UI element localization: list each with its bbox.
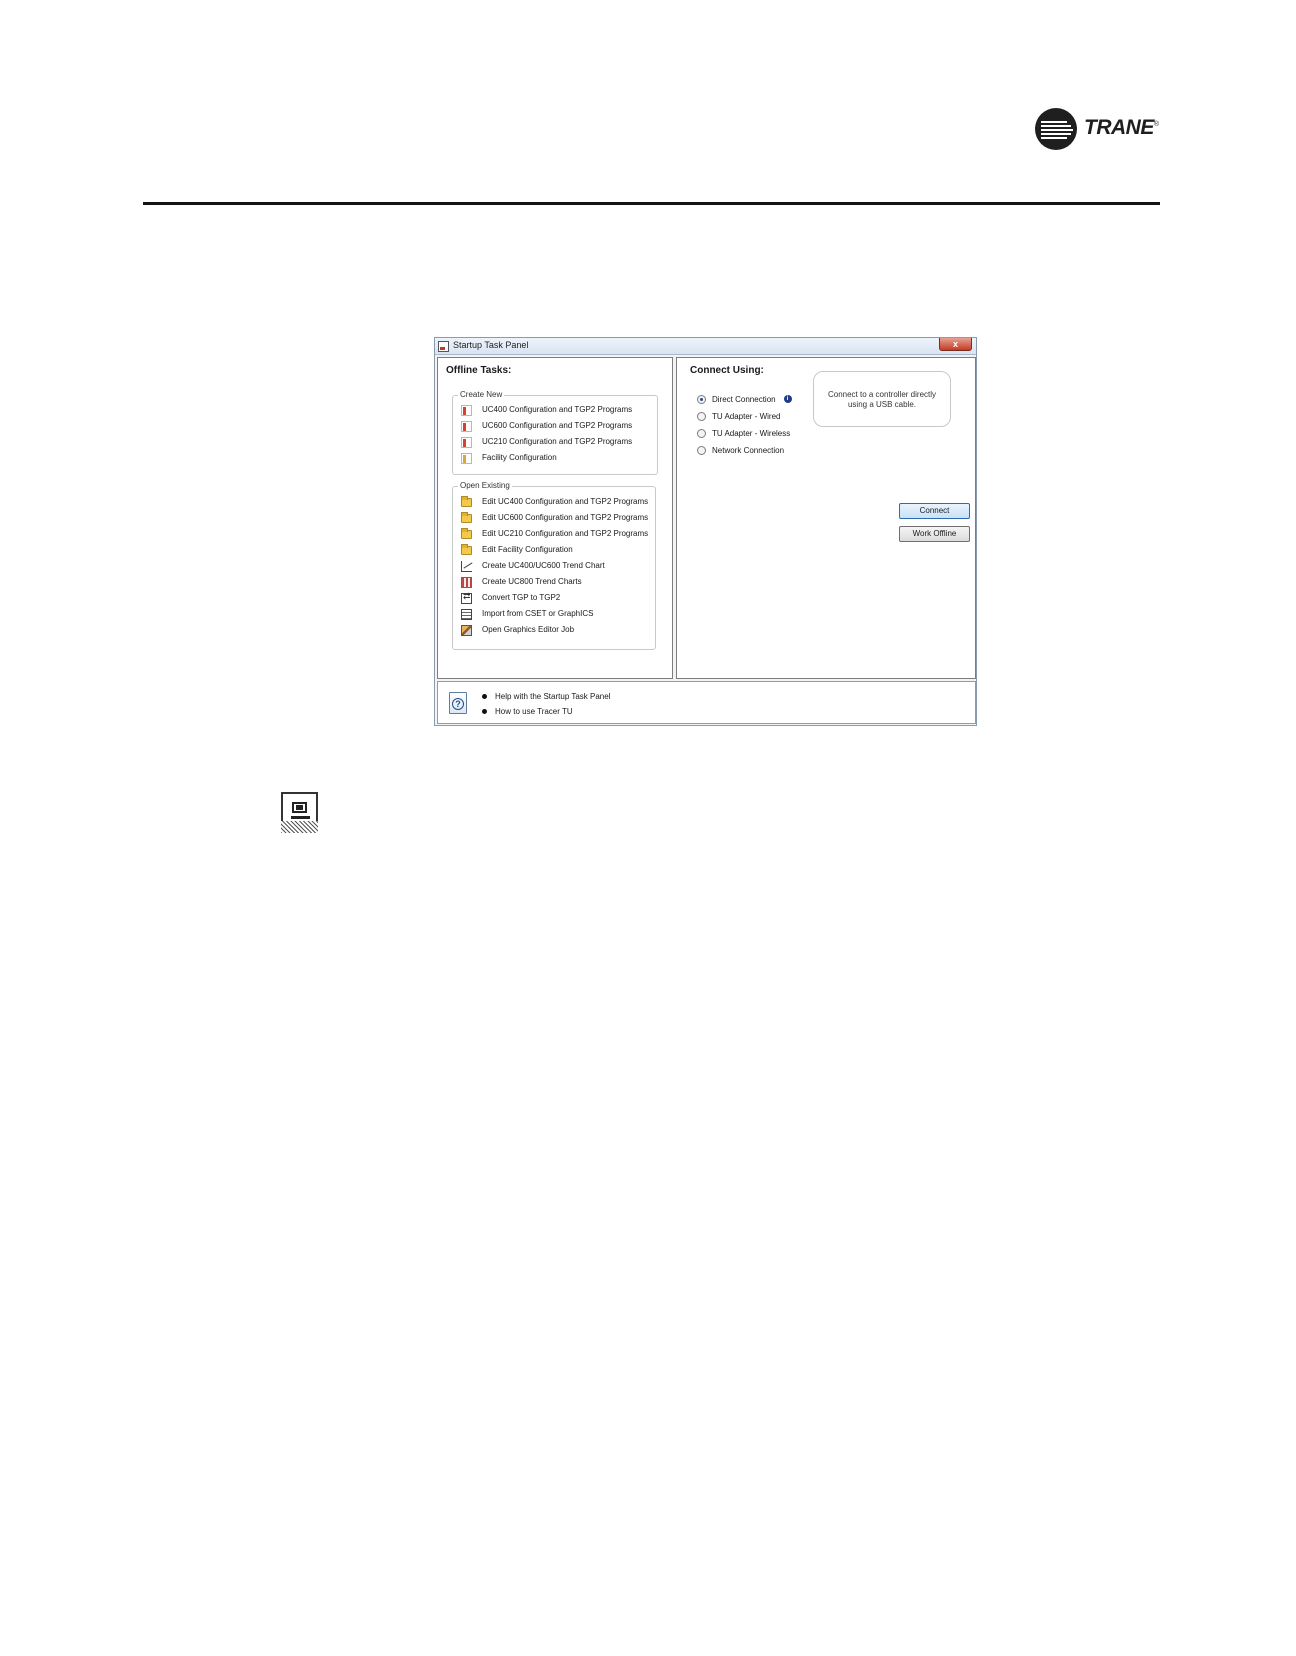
title-bar: Startup Task Panel x bbox=[435, 338, 976, 355]
radio-button[interactable] bbox=[697, 411, 706, 421]
import-icon bbox=[461, 608, 472, 620]
radio-button[interactable] bbox=[697, 394, 706, 404]
new-document-icon bbox=[461, 420, 472, 432]
startup-task-panel-window: Startup Task Panel x Offline Tasks: Crea… bbox=[434, 337, 977, 726]
radio-button[interactable] bbox=[697, 428, 706, 438]
folder-icon bbox=[461, 543, 472, 555]
open-existing-legend: Open Existing bbox=[458, 481, 512, 490]
new-document-icon bbox=[461, 404, 472, 416]
edit-uc210-link[interactable]: Edit UC210 Configuration and TGP2 Progra… bbox=[461, 527, 648, 541]
open-existing-group: Open Existing Edit UC400 Configuration a… bbox=[452, 481, 656, 650]
radio-button[interactable] bbox=[697, 445, 706, 455]
radio-direct-connection[interactable]: Direct Connection i bbox=[697, 393, 792, 405]
radio-network-connection[interactable]: Network Connection bbox=[697, 444, 784, 456]
window-title: Startup Task Panel bbox=[453, 340, 529, 350]
create-uc400-link[interactable]: UC400 Configuration and TGP2 Programs bbox=[461, 403, 632, 417]
radio-tu-adapter-wireless[interactable]: TU Adapter - Wireless bbox=[697, 427, 790, 439]
trend-chart-icon bbox=[461, 576, 472, 588]
connect-using-heading: Connect Using: bbox=[690, 365, 764, 376]
computer-note-icon bbox=[281, 792, 318, 833]
folder-icon bbox=[461, 511, 472, 523]
help-strip: ? Help with the Startup Task Panel How t… bbox=[437, 681, 976, 724]
close-button[interactable]: x bbox=[939, 338, 972, 351]
folder-icon bbox=[461, 495, 472, 507]
new-document-icon bbox=[461, 452, 472, 464]
convert-tgp-link[interactable]: Convert TGP to TGP2 bbox=[461, 591, 560, 605]
how-to-use-tracer-tu-link[interactable]: How to use Tracer TU bbox=[482, 704, 610, 719]
trend-line-icon bbox=[461, 560, 472, 572]
trane-logo: TRANE® bbox=[1035, 106, 1165, 152]
help-icon: ? bbox=[449, 692, 467, 714]
offline-tasks-heading: Offline Tasks: bbox=[446, 365, 512, 376]
trane-wordmark: TRANE® bbox=[1084, 116, 1159, 139]
connect-using-pane: Connect Using: Direct Connection i TU Ad… bbox=[676, 357, 976, 679]
convert-icon bbox=[461, 591, 472, 604]
app-icon bbox=[438, 341, 449, 352]
radio-tu-adapter-wired[interactable]: TU Adapter - Wired bbox=[697, 410, 780, 422]
bullet-icon bbox=[482, 709, 487, 714]
edit-facility-configuration-link[interactable]: Edit Facility Configuration bbox=[461, 543, 573, 557]
create-uc800-trend-charts-link[interactable]: Create UC800 Trend Charts bbox=[461, 575, 582, 589]
connect-button[interactable]: Connect bbox=[899, 503, 970, 519]
folder-icon bbox=[461, 527, 472, 539]
connection-hint-box: Connect to a controller directly using a… bbox=[813, 371, 951, 427]
bullet-icon bbox=[482, 694, 487, 699]
edit-uc600-link[interactable]: Edit UC600 Configuration and TGP2 Progra… bbox=[461, 511, 648, 525]
create-uc600-link[interactable]: UC600 Configuration and TGP2 Programs bbox=[461, 419, 632, 433]
info-icon[interactable]: i bbox=[783, 395, 792, 403]
create-trend-chart-link[interactable]: Create UC400/UC600 Trend Chart bbox=[461, 559, 605, 573]
create-new-group: Create New UC400 Configuration and TGP2 … bbox=[452, 390, 658, 475]
open-graphics-editor-link[interactable]: Open Graphics Editor Job bbox=[461, 623, 574, 637]
create-uc210-link[interactable]: UC210 Configuration and TGP2 Programs bbox=[461, 435, 632, 449]
create-new-legend: Create New bbox=[458, 390, 505, 399]
create-facility-configuration-link[interactable]: Facility Configuration bbox=[461, 451, 557, 465]
import-cset-link[interactable]: Import from CSET or GraphICS bbox=[461, 607, 593, 621]
help-startup-panel-link[interactable]: Help with the Startup Task Panel bbox=[482, 689, 610, 704]
trane-logo-mark-icon bbox=[1035, 108, 1077, 150]
work-offline-button[interactable]: Work Offline bbox=[899, 526, 970, 542]
new-document-icon bbox=[461, 436, 472, 448]
header-rule bbox=[143, 202, 1160, 205]
edit-uc400-link[interactable]: Edit UC400 Configuration and TGP2 Progra… bbox=[461, 495, 648, 509]
graphics-editor-icon bbox=[461, 624, 472, 636]
offline-tasks-pane: Offline Tasks: Create New UC400 Configur… bbox=[437, 357, 673, 679]
